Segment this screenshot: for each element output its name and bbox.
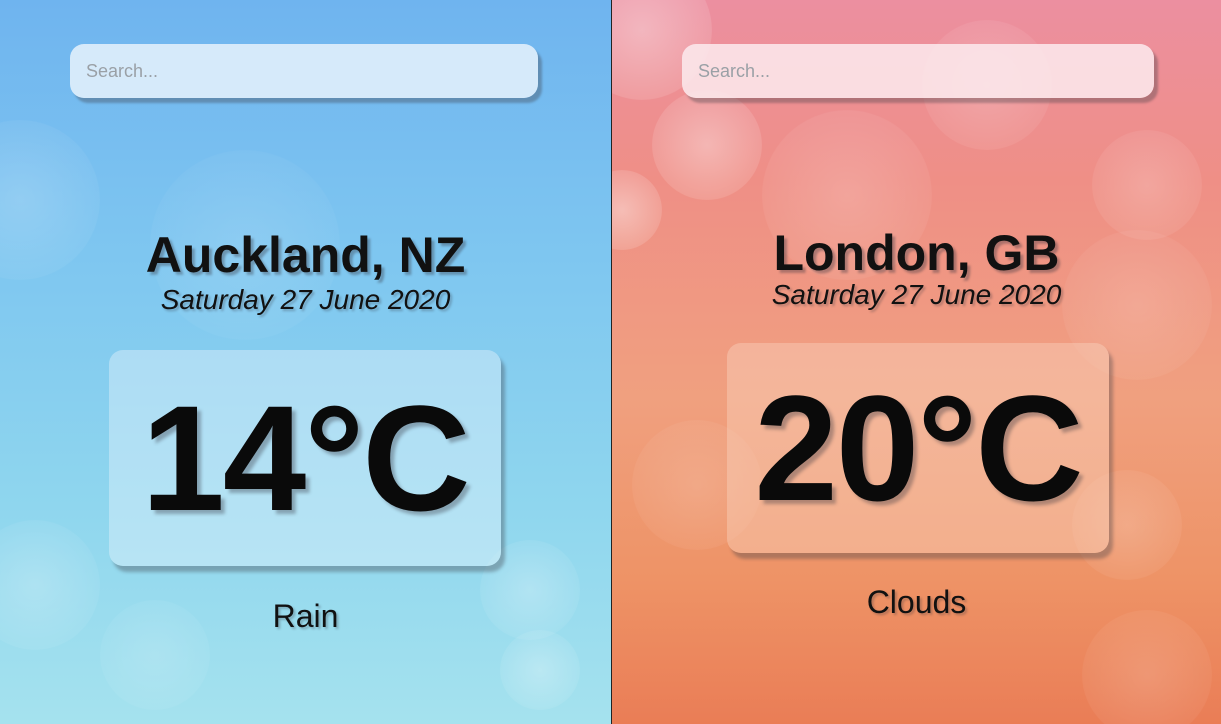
weather-app-comparison: Auckland, NZ Saturday 27 June 2020 14°C … bbox=[0, 0, 1221, 724]
weather-panel-london: London, GB Saturday 27 June 2020 20°C Cl… bbox=[612, 0, 1221, 724]
search-input[interactable] bbox=[682, 44, 1154, 98]
weather-condition: Rain bbox=[272, 598, 339, 634]
bokeh-light bbox=[500, 630, 580, 710]
location-title: London, GB bbox=[773, 225, 1060, 281]
bokeh-light bbox=[1082, 610, 1212, 724]
bokeh-light bbox=[652, 90, 762, 200]
date-label: Saturday 27 June 2020 bbox=[771, 279, 1062, 310]
temperature-value: 20°C bbox=[754, 364, 1083, 532]
temperature-card: 20°C bbox=[727, 343, 1109, 553]
weather-condition: Clouds bbox=[866, 584, 967, 620]
weather-panel-auckland: Auckland, NZ Saturday 27 June 2020 14°C … bbox=[0, 0, 611, 724]
temperature-card: 14°C bbox=[109, 350, 501, 566]
search-input[interactable] bbox=[70, 44, 538, 98]
temperature-value: 14°C bbox=[141, 374, 470, 542]
location-title: Auckland, NZ bbox=[145, 227, 466, 283]
date-label: Saturday 27 June 2020 bbox=[160, 284, 451, 315]
